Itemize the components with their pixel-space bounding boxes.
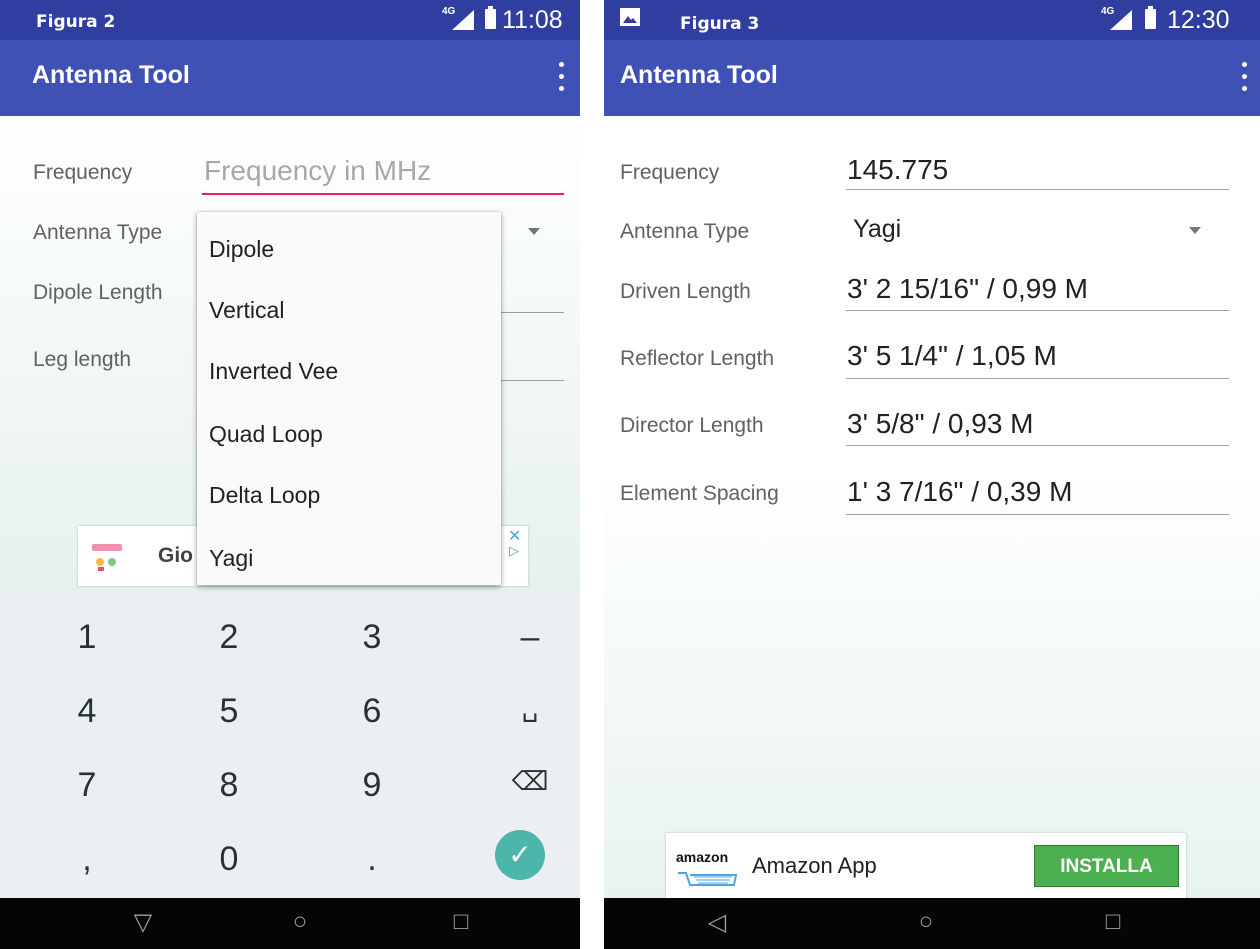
antenna-type-label: Antenna Type [620,220,750,243]
amazon-logo-text: amazon [676,849,729,865]
app-title: Antenna Tool [620,61,778,89]
recents-icon[interactable]: □ [446,908,476,938]
ad-choices-icon[interactable]: ▷ [509,543,519,559]
space-key-icon[interactable]: ␣ [485,692,575,723]
app-bar: Antenna Tool [604,40,1260,116]
done-check-icon[interactable]: ✓ [495,830,545,880]
ad-app-name: Amazon App [752,853,877,878]
home-icon[interactable]: ○ [911,908,941,938]
element-spacing-underline [846,514,1229,515]
signal-icon [1110,10,1132,30]
dropdown-option-inverted-vee[interactable]: Inverted Vee [209,358,338,385]
amazon-logo: amazon [674,843,740,893]
battery-icon [1145,6,1156,29]
dropdown-arrow-icon[interactable] [1189,227,1201,234]
key-0[interactable]: 0 [184,840,274,879]
reflector-length-value: 3' 5 1/4" / 1,05 M [847,340,1057,371]
key-7[interactable]: 7 [42,766,132,805]
clock: 12:30 [1167,6,1230,34]
key-minus[interactable]: – [485,618,575,657]
leg-length-underline [500,380,564,381]
driven-length-value: 3' 2 15/16" / 0,99 M [847,273,1088,304]
frequency-input-underline [202,193,564,195]
antenna-type-dropdown-menu: Dipole Vertical Inverted Vee Quad Loop D… [197,212,501,585]
home-icon[interactable]: ○ [285,908,315,938]
navigation-bar: ▽ ○ □ [0,898,580,949]
key-4[interactable]: 4 [42,692,132,731]
recents-icon[interactable]: □ [1098,908,1128,938]
app-title: Antenna Tool [32,61,190,89]
dropdown-option-vertical[interactable]: Vertical [209,297,284,324]
results-area: Frequency 145.775 Antenna Type Yagi Driv… [604,116,1260,898]
antenna-type-label: Antenna Type [33,221,163,244]
antenna-type-select[interactable]: Yagi [853,215,901,244]
director-length-label: Director Length [620,414,764,437]
dropdown-option-dipole[interactable]: Dipole [209,236,274,263]
driven-length-underline [846,310,1229,311]
figure-label: Figura 3 [680,14,760,34]
status-bar: Figura 2 4G 11:08 [0,0,580,40]
status-bar: Figura 3 4G 12:30 [604,0,1260,40]
battery-icon [485,6,496,29]
cart-icon [678,872,738,886]
key-5[interactable]: 5 [184,692,274,731]
dipole-length-label: Dipole Length [33,281,163,304]
dropdown-option-delta-loop[interactable]: Delta Loop [209,482,320,509]
key-comma[interactable]: , [42,840,132,879]
element-spacing-label: Element Spacing [620,482,779,505]
key-period[interactable]: . [327,840,417,879]
app-bar: Antenna Tool [0,40,580,116]
key-6[interactable]: 6 [327,692,417,731]
phone-screen-right: Figura 3 4G 12:30 Antenna Tool Frequency… [604,0,1260,949]
dipole-length-underline [500,312,564,313]
reflector-length-label: Reflector Length [620,347,775,370]
dropdown-option-quad-loop[interactable]: Quad Loop [209,421,323,448]
ad-text: Gio [158,544,193,567]
element-spacing-value: 1' 3 7/16" / 0,39 M [847,476,1073,507]
frequency-label: Frequency [33,161,133,184]
frequency-input[interactable]: 145.775 [847,154,948,186]
ad-logo-icon [92,544,122,571]
frequency-label: Frequency [620,161,720,184]
numeric-keyboard: 1 2 3 – 4 5 6 ␣ 7 8 9 ⌫ , 0 . ✓ [0,590,580,898]
clock: 11:08 [502,6,563,34]
leg-length-label: Leg length [33,348,132,371]
navigation-bar: ◁ ○ □ [604,898,1260,949]
signal-icon [452,10,474,30]
frequency-input[interactable]: Frequency in MHz [204,155,431,187]
ad-banner[interactable]: amazon Amazon App INSTALLA [666,833,1186,898]
back-icon[interactable]: ▽ [128,908,158,938]
image-notification-icon [620,8,640,26]
key-8[interactable]: 8 [184,766,274,805]
director-length-value: 3' 5/8" / 0,93 M [847,408,1034,439]
backspace-icon[interactable]: ⌫ [485,766,575,797]
director-length-underline [846,445,1229,446]
figure-label: Figura 2 [36,12,116,32]
back-icon[interactable]: ◁ [702,908,732,938]
frequency-underline [846,189,1229,190]
dropdown-arrow-icon[interactable] [528,228,540,235]
key-2[interactable]: 2 [184,618,274,657]
dropdown-option-yagi[interactable]: Yagi [209,545,253,572]
overflow-menu-icon[interactable] [557,62,565,94]
install-button[interactable]: INSTALLA [1034,845,1179,887]
key-1[interactable]: 1 [42,618,132,657]
key-9[interactable]: 9 [327,766,417,805]
driven-length-label: Driven Length [620,280,751,303]
reflector-length-underline [846,378,1229,379]
phone-screen-left: Figura 2 4G 11:08 Antenna Tool Frequency… [0,0,580,949]
key-3[interactable]: 3 [327,618,417,657]
overflow-menu-icon[interactable] [1240,62,1248,94]
